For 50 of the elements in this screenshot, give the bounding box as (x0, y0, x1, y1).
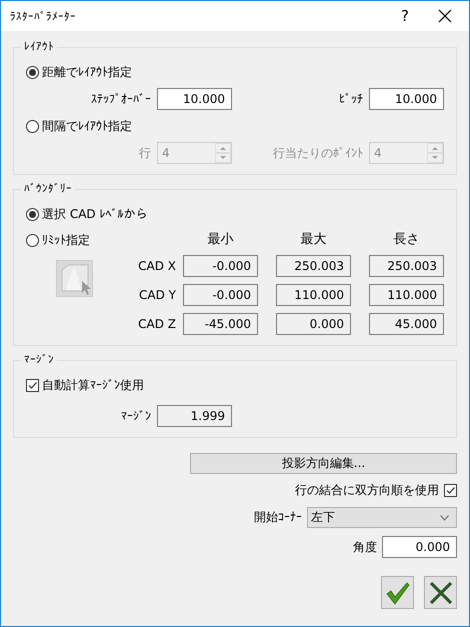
row-label: CAD X (138, 259, 176, 273)
input-field[interactable]: 10.000 (369, 88, 444, 110)
field-label: ﾏｰｼﾞﾝ (120, 409, 151, 423)
checkbox[interactable] (26, 378, 39, 392)
radio-button[interactable] (26, 208, 39, 220)
value-field: -0.000 (183, 284, 258, 306)
value-field: 110.000 (276, 284, 351, 306)
value-field: 250.003 (369, 255, 444, 277)
value-field: -0.000 (183, 255, 258, 277)
radio-label[interactable]: 間隔でﾚｲｱｳﾄ指定 (42, 118, 132, 134)
cancel-button[interactable] (424, 576, 457, 609)
group-title: ﾏｰｼﾞﾝ (21, 353, 57, 366)
field-label: 開始ｺｰﾅｰ (254, 509, 302, 526)
input-field[interactable]: 10.000 (157, 88, 232, 110)
column-header: 最小 (206, 231, 234, 248)
value-field: 250.003 (276, 255, 351, 277)
column-header: 長さ (392, 231, 420, 248)
value-field: -45.000 (183, 313, 258, 335)
field-label: ﾋﾟｯﾁ (338, 92, 363, 106)
field-label: 行当たりのﾎﾟｲﾝﾄ (272, 144, 363, 162)
radio-button[interactable] (26, 234, 39, 246)
checkbox-label[interactable]: 行の結合に双方向順を使用 (295, 482, 439, 499)
value-field: 45.000 (369, 313, 444, 335)
row-label: CAD Y (138, 288, 176, 302)
value-field: 110.000 (369, 284, 444, 306)
radio-button[interactable] (26, 66, 39, 78)
value-field: 0.000 (276, 313, 351, 335)
input-field[interactable]: 0.000 (382, 536, 457, 558)
radio-button[interactable] (26, 120, 39, 132)
close-icon (428, 580, 454, 606)
field-label: ｽﾃｯﾌﾟｵｰﾊﾞｰ (90, 92, 151, 106)
ok-button[interactable] (381, 576, 414, 609)
edit-projection-button[interactable]: 投影方向編集... (190, 453, 457, 474)
checkbox[interactable] (444, 484, 457, 497)
radio-label[interactable]: ﾘﾐｯﾄ指定 (42, 232, 90, 248)
group-title: ﾚｲｱｳﾄ (21, 40, 57, 53)
help-button[interactable]: ? (382, 7, 428, 25)
caret-icon (440, 514, 449, 520)
dropdown[interactable]: 左下 (307, 507, 457, 528)
field-label: 行 (138, 144, 151, 162)
radio-label[interactable]: 距離でﾚｲｱｳﾄ指定 (42, 64, 132, 80)
radio-label[interactable]: 選択 CAD ﾚﾍﾞﾙから (42, 206, 148, 222)
group-title: ﾊﾞｳﾝﾀﾞﾘｰ (21, 182, 75, 195)
row-label: CAD Z (138, 317, 176, 331)
checkbox-label[interactable]: 自動計算ﾏｰｼﾞﾝ使用 (42, 376, 144, 394)
field-label: 角度 (353, 538, 377, 556)
close-icon[interactable] (438, 9, 452, 23)
window-title: ﾗｽﾀｰﾊﾟﾗﾒｰﾀｰ (10, 10, 77, 22)
column-header: 最大 (300, 231, 328, 248)
check-icon (384, 580, 410, 606)
